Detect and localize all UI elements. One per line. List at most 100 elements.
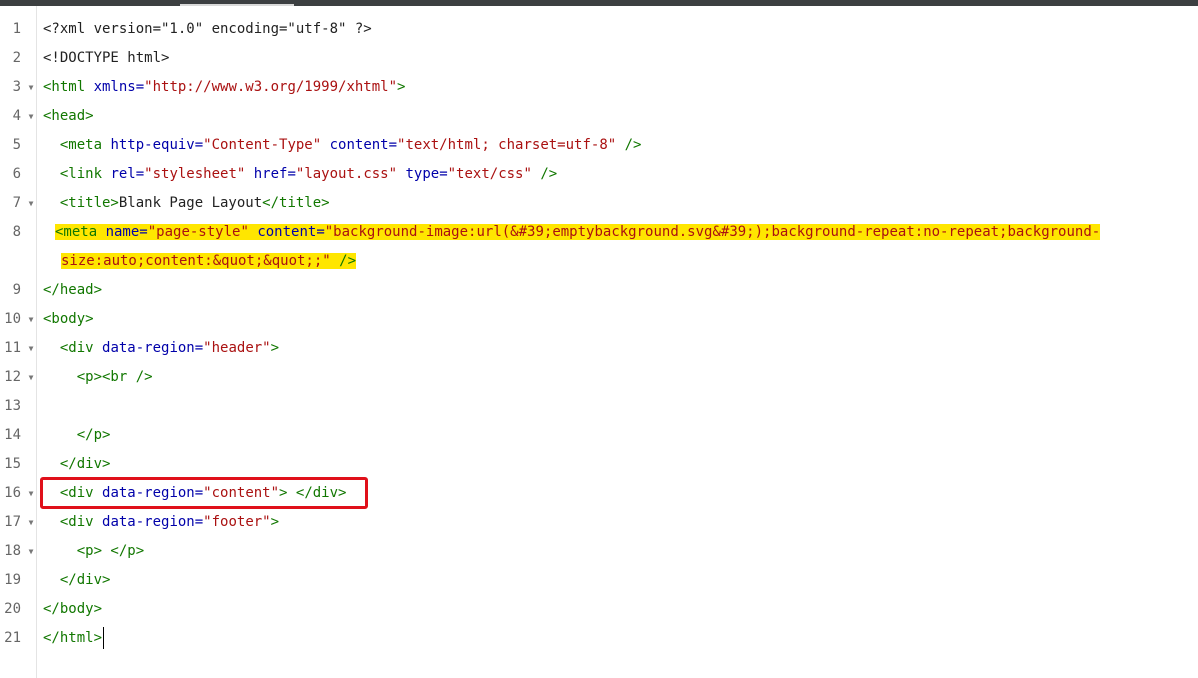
line-number: 7 [12, 195, 21, 211]
line-number: 16 [4, 485, 21, 501]
code-text: </html> [43, 624, 105, 653]
code-token: > [397, 79, 406, 95]
code-line[interactable]: 18 ▼ <p> </p> [0, 537, 1198, 566]
line-number: 20 [4, 601, 21, 617]
code-token: <p> </p> [43, 543, 145, 559]
code-token: "text/css" [447, 166, 532, 182]
code-token: href= [245, 166, 296, 182]
line-number: 2 [12, 50, 21, 66]
code-token: <div [43, 340, 103, 356]
code-line[interactable]: 6 <link rel="stylesheet" href="layout.cs… [0, 160, 1198, 189]
fold-arrow-icon[interactable]: ▼ [26, 479, 36, 508]
code-token: <meta [55, 224, 106, 240]
code-token: <html [43, 79, 94, 95]
line-number: 4 [12, 108, 21, 124]
code-token: size:auto;content:&quot;&quot;;" [61, 253, 331, 269]
code-token: <body> [43, 311, 94, 327]
fold-arrow-icon[interactable]: ▼ [26, 508, 36, 537]
code-text: <link rel="stylesheet" href="layout.css"… [43, 160, 557, 189]
code-line[interactable]: 1 <?xml version="1.0" encoding="utf-8" ?> [0, 15, 1198, 44]
code-token: </title> [262, 195, 330, 211]
line-number: 1 [12, 21, 21, 37]
fold-arrow-icon[interactable]: ▼ [26, 334, 36, 363]
code-line[interactable]: 9 </head> [0, 276, 1198, 305]
line-number: 9 [12, 282, 21, 298]
code-token: content= [248, 224, 325, 240]
code-token: /> [616, 137, 642, 153]
line-number: 15 [4, 456, 21, 472]
code-text: </div> [43, 566, 111, 595]
code-text: <p><br /> [43, 363, 153, 392]
code-line[interactable]: 15 </div> [0, 450, 1198, 479]
line-number: 3 [12, 79, 21, 95]
code-token: content= [321, 137, 398, 153]
code-text: <head> [43, 102, 94, 131]
code-token: <link [43, 166, 111, 182]
line-number: 21 [4, 630, 21, 646]
code-text: </body> [43, 595, 102, 624]
code-token: <?xml version="1.0" encoding="utf-8" ?> [43, 21, 372, 37]
line-number: 5 [12, 137, 21, 153]
code-token: <p><br /> [43, 369, 153, 385]
code-token: type= [397, 166, 448, 182]
code-token: > [270, 340, 280, 356]
code-line[interactable]: 10 ▼ <body> [0, 305, 1198, 334]
fold-arrow-icon[interactable]: ▼ [26, 305, 36, 334]
code-token: <title> [43, 195, 119, 211]
code-text: <title>Blank Page Layout</title> [43, 189, 330, 218]
code-line[interactable]: 4 ▼ <head> [0, 102, 1198, 131]
code-token: </html> [43, 630, 103, 646]
code-line[interactable]: 13 [0, 392, 1198, 421]
code-token: </div> [43, 456, 111, 472]
code-line[interactable]: 7 ▼ <title>Blank Page Layout</title> [0, 189, 1198, 218]
code-line[interactable]: 8 <meta name="page-style" content="backgr… [0, 218, 1198, 276]
code-editor[interactable]: 1 <?xml version="1.0" encoding="utf-8" ?>… [0, 15, 1198, 653]
code-token: name= [105, 224, 148, 240]
fold-arrow-icon[interactable]: ▼ [26, 537, 36, 566]
code-text: <p> </p> [43, 537, 144, 566]
code-token: <head> [43, 108, 94, 124]
code-text: <div data-region="footer"> [43, 508, 279, 537]
code-text: <meta name="page-style" content="backgro… [43, 218, 1101, 276]
code-line[interactable]: 20 </body> [0, 595, 1198, 624]
annotation-highlight-box [40, 477, 368, 509]
code-line[interactable]: 12 ▼ <p><br /> [0, 363, 1198, 392]
code-line[interactable]: 2 <!DOCTYPE html> [0, 44, 1198, 73]
fold-arrow-icon[interactable]: ▼ [26, 102, 36, 131]
code-line[interactable]: 3 ▼ <html xmlns="http://www.w3.org/1999/xh… [0, 73, 1198, 102]
code-token: xmlns= [93, 79, 145, 95]
code-line[interactable]: 17 ▼ <div data-region="footer"> [0, 508, 1198, 537]
text-cursor [103, 627, 105, 649]
code-text: </p> [43, 421, 111, 450]
code-token: <!DOCTYPE html> [43, 50, 170, 66]
code-text: <div data-region="header"> [43, 334, 279, 363]
line-number: 6 [12, 166, 21, 182]
code-token: /> [531, 166, 558, 182]
code-token: > [270, 514, 280, 530]
fold-arrow-icon[interactable]: ▼ [26, 189, 36, 218]
code-text: <html xmlns="http://www.w3.org/1999/xhtm… [43, 73, 405, 102]
code-line[interactable]: 5 <meta http-equiv="Content-Type" conten… [0, 131, 1198, 160]
fold-arrow-icon[interactable]: ▼ [26, 73, 36, 102]
line-number: 10 [4, 311, 21, 327]
code-text: <meta http-equiv="Content-Type" content=… [43, 131, 642, 160]
code-token: http-equiv= [110, 137, 204, 153]
line-number: 18 [4, 543, 21, 559]
code-token: /> [330, 253, 357, 269]
code-text: </head> [43, 276, 102, 305]
code-text: <body> [43, 305, 94, 334]
fold-arrow-icon[interactable]: ▼ [26, 363, 36, 392]
code-line[interactable]: 21 </html> [0, 624, 1198, 653]
code-line[interactable]: 14 </p> [0, 421, 1198, 450]
code-text: <!DOCTYPE html> [43, 44, 169, 73]
code-token: "text/html; charset=utf-8" [397, 137, 617, 153]
code-token: rel= [110, 166, 145, 182]
code-token: "background-image:url(&#39;emptybackgrou… [324, 224, 1101, 240]
code-line[interactable]: 11 ▼ <div data-region="header"> [0, 334, 1198, 363]
code-token: </head> [43, 282, 103, 298]
code-token: data-region= [102, 340, 204, 356]
code-line[interactable]: 19 </div> [0, 566, 1198, 595]
line-number: 8 [12, 224, 21, 240]
code-token: "header" [203, 340, 271, 356]
active-tab-indicator[interactable] [180, 4, 294, 6]
